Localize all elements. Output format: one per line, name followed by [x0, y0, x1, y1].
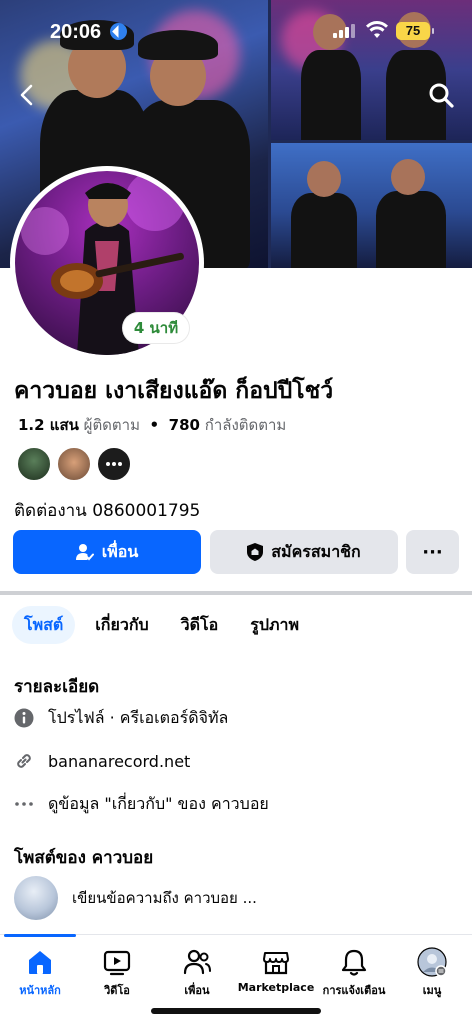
friends-icon [183, 949, 211, 975]
nav-friends[interactable]: เพื่อน [157, 947, 237, 999]
profile-name: คาวบอย เงาเสียงแอ๊ด ก็อปปีโชว์ [14, 378, 334, 404]
cover-photo-bottom-right [271, 143, 472, 268]
performer-figure [301, 50, 361, 140]
followers-label[interactable]: ผู้ติดตาม [84, 416, 140, 434]
search-icon[interactable] [426, 80, 456, 110]
tab-posts[interactable]: โพสต์ [12, 606, 76, 644]
more-icon [14, 794, 34, 814]
nav-video-label: วิดีโอ [104, 984, 130, 997]
composer-placeholder[interactable]: เขียนข้อความถึง คาวบอย ... [72, 886, 257, 910]
performer-figure [376, 191, 446, 268]
more-friends-avatar[interactable] [96, 446, 132, 482]
status-time: 20:06 [50, 21, 102, 43]
wifi-icon [366, 21, 388, 38]
mutual-friends-avatars[interactable] [16, 446, 146, 482]
nav-notifications[interactable]: การแจ้งเตือน [314, 947, 394, 999]
subscribe-button-label: สมัครสมาชิก [271, 541, 361, 561]
following-count[interactable]: 780 [169, 416, 200, 434]
friend-avatar[interactable] [16, 446, 52, 482]
friend-check-icon [75, 544, 94, 561]
stats-separator: • [149, 416, 160, 434]
friends-button[interactable]: เพื่อน [13, 530, 201, 574]
tab-photos[interactable]: รูปภาพ [238, 606, 311, 644]
nav-home[interactable]: หน้าหลัก [0, 947, 80, 999]
post-composer[interactable]: เขียนข้อความถึง คาวบอย ... [14, 876, 257, 920]
info-icon [14, 708, 34, 728]
nav-notifications-label: การแจ้งเตือน [322, 984, 386, 997]
detail-category-text: โปรไฟล์ · ครีเอเตอร์ดิจิทัล [48, 707, 229, 727]
nav-home-label: หน้าหลัก [19, 984, 61, 997]
nav-marketplace[interactable]: Marketplace [236, 947, 316, 994]
performer-figure [291, 193, 357, 268]
friends-button-label: เพื่อน [101, 541, 139, 561]
user-avatar[interactable] [14, 876, 58, 920]
detail-website-link[interactable]: bananarecord.net [48, 752, 190, 771]
tab-about[interactable]: เกี่ยวกับ [83, 606, 160, 644]
marketplace-icon [263, 952, 289, 975]
nav-menu[interactable]: เมนู [392, 947, 472, 999]
profile-bio: ติดต่องาน 0860001795 [14, 501, 201, 521]
tab-videos[interactable]: วิดีโอ [169, 606, 231, 644]
followers-count[interactable]: 1.2 แสน [18, 416, 79, 434]
profile-stats: 1.2 แสน ผู้ติดตาม • 780 กำลังติดตาม [18, 413, 286, 437]
home-indicator [151, 1008, 321, 1014]
link-icon [14, 751, 34, 771]
more-actions-button[interactable]: ··· [406, 530, 459, 574]
friend-avatar[interactable] [56, 446, 92, 482]
details-title: รายละเอียด [14, 677, 100, 697]
nav-marketplace-label: Marketplace [237, 981, 315, 994]
more-actions-label: ··· [422, 541, 443, 563]
home-icon [29, 951, 51, 974]
detail-see-about-text[interactable]: ดูข้อมูล "เกี่ยวกับ" ของ คาวบอย [48, 792, 269, 817]
nav-video[interactable]: วิดีโอ [77, 947, 157, 999]
cellular-signal-icon [333, 24, 355, 38]
status-bar: 20:06 75 [0, 0, 472, 60]
bell-icon [341, 949, 367, 976]
back-chevron-icon[interactable] [12, 80, 42, 110]
following-label[interactable]: กำลังติดตาม [205, 416, 287, 434]
performer-head [391, 159, 425, 195]
section-divider [0, 591, 472, 595]
battery-indicator: 75 [396, 22, 434, 40]
nav-menu-label: เมนู [422, 984, 442, 997]
profile-tabs: โพสต์ เกี่ยวกับ วิดีโอ รูปภาพ [12, 606, 311, 644]
posts-title: โพสต์ของ คาวบอย [14, 848, 154, 868]
shield-icon [247, 543, 264, 561]
video-icon [103, 950, 131, 976]
more-dots-icon [106, 462, 122, 466]
subscribe-button[interactable]: สมัครสมาชิก [210, 530, 398, 574]
detail-category: โปรไฟล์ · ครีเอเตอร์ดิจิทัล [14, 704, 228, 732]
menu-avatar-icon [417, 947, 447, 977]
status-badge: 4 นาที [123, 313, 189, 343]
active-tab-indicator [4, 934, 76, 937]
location-arrow-icon [110, 23, 127, 40]
nav-friends-label: เพื่อน [184, 984, 210, 997]
detail-see-about[interactable]: ดูข้อมูล "เกี่ยวกับ" ของ คาวบอย [14, 790, 269, 818]
performer-head [307, 161, 341, 197]
detail-website[interactable]: bananarecord.net [14, 747, 190, 775]
